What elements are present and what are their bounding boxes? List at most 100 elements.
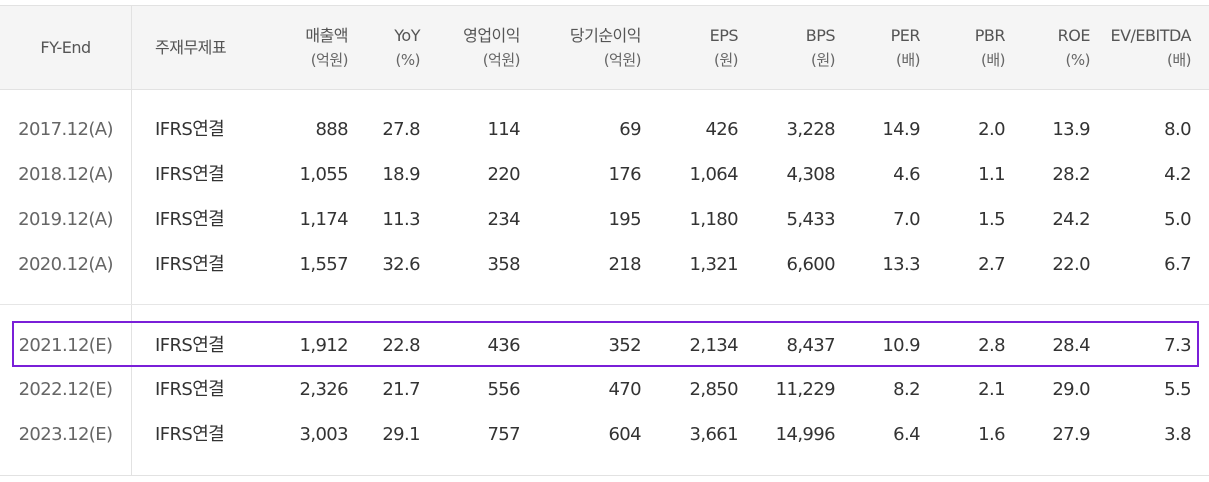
header-col-unit: (%) bbox=[395, 50, 421, 69]
header-col-label: 당기순이익 bbox=[569, 25, 642, 45]
header-fy-end: FY-End bbox=[0, 6, 131, 89]
cell-basis: IFRS연결 bbox=[155, 254, 225, 275]
header-col-unit: (억원) bbox=[603, 50, 642, 69]
table-header: FY-End 주재무제표 매출액 (억원) YoY (%) 영업이익 (억원) … bbox=[0, 5, 1209, 90]
header-col-pbr: PBR (배) bbox=[935, 6, 1006, 89]
cell-per: 8.2 bbox=[893, 379, 920, 400]
cell-net-income: 176 bbox=[608, 164, 641, 185]
header-col-revenue: 매출액 (억원) bbox=[248, 6, 348, 89]
header-col-label: PBR bbox=[974, 25, 1006, 45]
cell-pbr: 2.7 bbox=[978, 254, 1005, 275]
cell-basis: IFRS연결 bbox=[155, 335, 225, 356]
cell-pbr: 2.0 bbox=[978, 119, 1005, 140]
cell-per: 14.9 bbox=[882, 119, 920, 140]
cell-fy-end: 2018.12(A) bbox=[18, 164, 113, 185]
actual-estimate-divider bbox=[0, 304, 1209, 305]
cell-per: 13.3 bbox=[882, 254, 920, 275]
header-col-operating-income: 영업이익 (억원) bbox=[420, 6, 520, 89]
cell-bps: 5,433 bbox=[786, 209, 835, 230]
cell-eps: 1,064 bbox=[689, 164, 738, 185]
header-basis-label: 주재무제표 bbox=[155, 37, 227, 57]
cell-fy-end: 2023.12(E) bbox=[18, 424, 113, 445]
cell-revenue: 1,912 bbox=[299, 335, 348, 356]
cell-pbr: 1.1 bbox=[978, 164, 1005, 185]
cell-pbr: 2.1 bbox=[978, 379, 1005, 400]
header-col-yoy: YoY (%) bbox=[350, 6, 420, 89]
cell-fy-end: 2021.12(E) bbox=[18, 335, 113, 356]
table-row: 2021.12(E) IFRS연결 1,912 22.8 436 352 2,134 8,43… bbox=[0, 323, 1209, 368]
cell-yoy: 21.7 bbox=[382, 379, 420, 400]
cell-eps: 3,661 bbox=[689, 424, 738, 445]
cell-bps: 11,229 bbox=[775, 379, 836, 400]
cell-eps: 1,180 bbox=[689, 209, 738, 230]
cell-basis: IFRS연결 bbox=[155, 119, 225, 140]
cell-operating-income: 220 bbox=[487, 164, 520, 185]
cell-bps: 14,996 bbox=[775, 424, 836, 445]
cell-eps: 1,321 bbox=[689, 254, 738, 275]
cell-bps: 4,308 bbox=[786, 164, 835, 185]
cell-revenue: 2,326 bbox=[299, 379, 348, 400]
table-row: 2022.12(E) IFRS연결 2,326 21.7 556 470 2,850 11,2… bbox=[0, 367, 1209, 412]
header-col-unit: (원) bbox=[810, 50, 836, 69]
cell-yoy: 27.8 bbox=[382, 119, 420, 140]
cell-revenue: 888 bbox=[315, 119, 348, 140]
header-col-ev-ebitda: EV/EBITDA (배) bbox=[1100, 6, 1191, 89]
cell-ev-ebitda: 6.7 bbox=[1164, 254, 1191, 275]
cell-revenue: 1,174 bbox=[299, 209, 348, 230]
cell-net-income: 195 bbox=[608, 209, 641, 230]
cell-net-income: 69 bbox=[619, 119, 641, 140]
header-col-bps: BPS (원) bbox=[755, 6, 836, 89]
header-col-unit: (억원) bbox=[482, 50, 521, 69]
cell-per: 10.9 bbox=[882, 335, 920, 356]
cell-net-income: 218 bbox=[608, 254, 641, 275]
cell-roe: 22.0 bbox=[1052, 254, 1090, 275]
cell-basis: IFRS연결 bbox=[155, 164, 225, 185]
table-row: 2019.12(A) IFRS연결 1,174 11.3 234 195 1,180 5,43… bbox=[0, 197, 1209, 242]
header-col-label: 영업이익 bbox=[463, 25, 520, 45]
cell-per: 7.0 bbox=[893, 209, 920, 230]
cell-eps: 426 bbox=[705, 119, 738, 140]
cell-yoy: 18.9 bbox=[382, 164, 420, 185]
cell-operating-income: 436 bbox=[487, 335, 520, 356]
header-col-label: EPS bbox=[709, 25, 739, 45]
cell-net-income: 470 bbox=[608, 379, 641, 400]
cell-roe: 13.9 bbox=[1052, 119, 1090, 140]
financial-summary-table: FY-End 주재무제표 매출액 (억원) YoY (%) 영업이익 (억원) … bbox=[0, 0, 1209, 482]
header-col-label: PER bbox=[890, 25, 921, 45]
cell-yoy: 22.8 bbox=[382, 335, 420, 356]
cell-bps: 3,228 bbox=[786, 119, 835, 140]
header-col-eps: EPS (원) bbox=[660, 6, 739, 89]
cell-yoy: 29.1 bbox=[382, 424, 420, 445]
table-bottom-border bbox=[0, 475, 1209, 476]
header-col-label: YoY bbox=[394, 25, 420, 45]
cell-per: 6.4 bbox=[893, 424, 920, 445]
cell-operating-income: 234 bbox=[487, 209, 520, 230]
cell-ev-ebitda: 3.8 bbox=[1164, 424, 1191, 445]
table-row: 2020.12(A) IFRS연결 1,557 32.6 358 218 1,321 6,60… bbox=[0, 242, 1209, 287]
cell-roe: 27.9 bbox=[1052, 424, 1090, 445]
cell-eps: 2,850 bbox=[689, 379, 738, 400]
cell-fy-end: 2017.12(A) bbox=[18, 119, 113, 140]
header-col-unit: (억원) bbox=[310, 50, 349, 69]
header-col-unit: (배) bbox=[1166, 50, 1192, 69]
cell-revenue: 1,055 bbox=[299, 164, 348, 185]
cell-ev-ebitda: 8.0 bbox=[1164, 119, 1191, 140]
cell-fy-end: 2020.12(A) bbox=[18, 254, 113, 275]
header-col-label: BPS bbox=[805, 25, 836, 45]
header-col-unit: (배) bbox=[980, 50, 1006, 69]
cell-yoy: 11.3 bbox=[382, 209, 420, 230]
cell-roe: 28.4 bbox=[1052, 335, 1090, 356]
cell-ev-ebitda: 5.0 bbox=[1164, 209, 1191, 230]
cell-net-income: 352 bbox=[608, 335, 641, 356]
cell-basis: IFRS연결 bbox=[155, 209, 225, 230]
header-col-label: 매출액 bbox=[305, 25, 348, 45]
cell-fy-end: 2019.12(A) bbox=[18, 209, 113, 230]
cell-operating-income: 358 bbox=[487, 254, 520, 275]
header-col-net-income: 당기순이익 (억원) bbox=[531, 6, 642, 89]
header-col-roe: ROE (%) bbox=[1020, 6, 1091, 89]
cell-pbr: 2.8 bbox=[978, 335, 1005, 356]
header-col-label: EV/EBITDA bbox=[1110, 25, 1191, 45]
cell-per: 4.6 bbox=[893, 164, 920, 185]
cell-revenue: 3,003 bbox=[299, 424, 348, 445]
table-row: 2023.12(E) IFRS연결 3,003 29.1 757 604 3,661 14,9… bbox=[0, 412, 1209, 457]
